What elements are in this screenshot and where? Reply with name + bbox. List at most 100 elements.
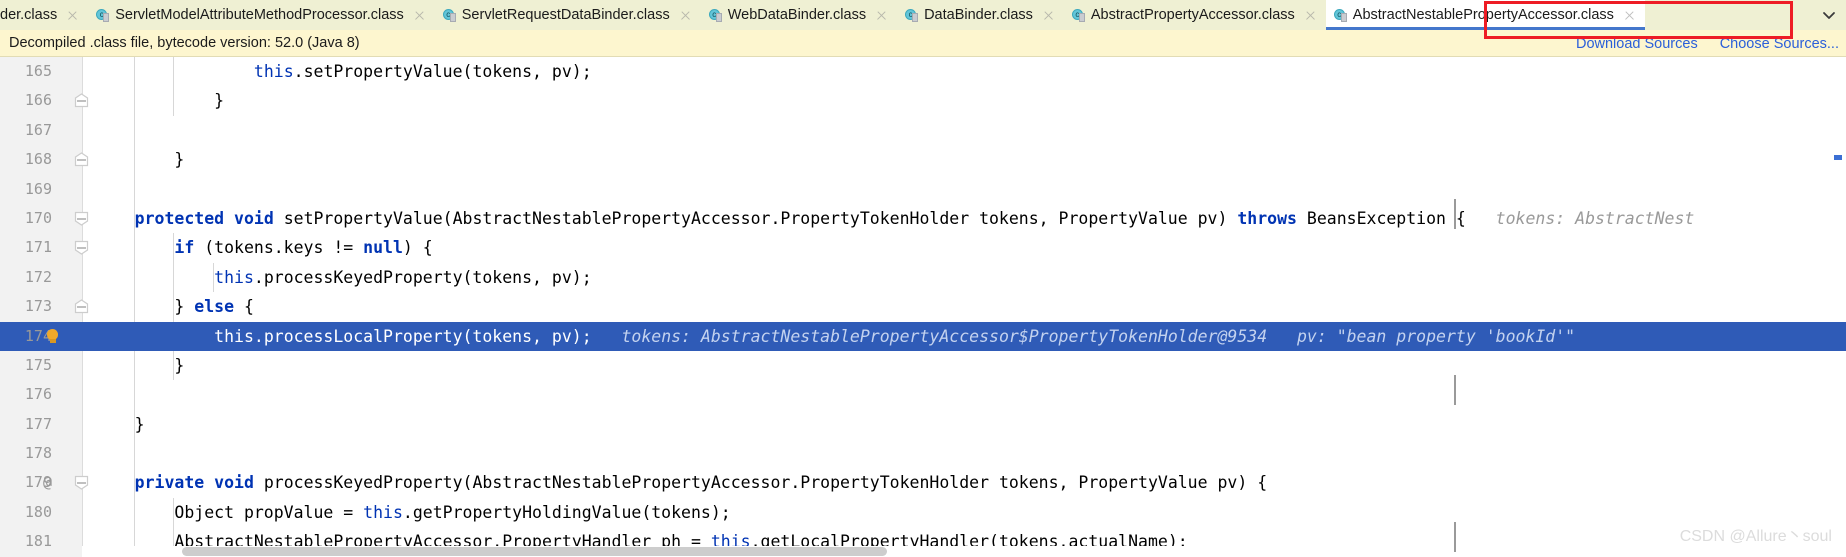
code-text: private void processKeyedProperty(Abstra… [85,468,1846,497]
code-token: private [134,473,205,493]
lightbulb-icon[interactable] [45,328,60,345]
code-token: if [174,238,195,258]
indent-guide [133,380,135,410]
editor-tab-label: der.class [0,7,58,23]
java-class-icon: c [708,8,722,23]
text-caret [1454,199,1456,229]
editor-tab-1[interactable]: c ServletModelAttributeMethodProcessor.cl… [88,0,435,30]
tab-overflow-chevron-down-icon[interactable] [1816,0,1842,30]
code-token: this [214,326,254,346]
tab-close-icon[interactable] [1304,9,1317,22]
text-caret [1454,375,1456,405]
java-class-icon: c [905,8,919,23]
code-token: } [85,297,195,317]
code-token: this [214,267,254,287]
annotation-at-marker: @ [43,473,53,492]
editor-tab-4[interactable]: c DataBinder.class [897,0,1064,30]
code-token: protected [134,208,225,228]
indent-guide [133,115,135,146]
right-edge-marker[interactable] [1834,155,1842,160]
java-class-icon: c [96,8,110,23]
code-token: .getPropertyHoldingValue(tokens); [402,502,731,522]
tab-close-icon[interactable] [679,9,692,22]
decompiled-notice-bar: Decompiled .class file, bytecode version… [0,30,1846,57]
code-line[interactable]: 166 } [0,86,1846,116]
code-line[interactable]: 167 [0,115,1846,146]
editor-tab-3[interactable]: c WebDataBinder.class [701,0,897,30]
tab-close-icon[interactable] [66,9,79,22]
code-token: .processLocalProperty(tokens, pv); [253,326,592,346]
code-token: ) { [402,238,433,258]
code-token: } [85,91,225,111]
editor-tab-label: WebDataBinder.class [727,7,867,23]
java-class-icon: c [1333,8,1347,23]
choose-sources-link[interactable]: Choose Sources... [1720,36,1839,52]
code-token: } [85,355,185,375]
code-line[interactable]: 169 [0,174,1846,204]
code-line[interactable]: 180 Object propValue = this.getPropertyH… [0,497,1846,528]
line-number: 172 [24,267,52,286]
code-line[interactable]: 176 [0,380,1846,410]
editor-tab-5[interactable]: c AbstractPropertyAccessor.class [1064,0,1326,30]
tab-close-icon[interactable] [413,9,426,22]
code-token: processKeyedProperty(AbstractNestablePro… [253,473,1268,493]
code-line[interactable]: 165 this.setPropertyValue(tokens, pv); [0,57,1846,87]
code-line[interactable]: 172 this.processKeyedProperty(tokens, pv… [0,262,1846,293]
code-text: this.processLocalProperty(tokens, pv); t… [85,322,1846,351]
line-number: 180 [24,502,52,521]
editor-tab-bar: der.class c ServletModelAttributeMethodPro… [0,0,1846,30]
code-line[interactable]: 178 [0,439,1846,469]
code-text: protected void setPropertyValue(Abstract… [85,204,1846,233]
tab-close-icon[interactable] [1623,9,1636,22]
line-number: 178 [24,444,52,463]
code-line[interactable]: 168 } [0,145,1846,175]
code-line[interactable]: 170 protected void setPropertyValue(Abst… [0,203,1846,234]
notice-actions: Download Sources Choose Sources... [1576,30,1839,57]
code-text: } [85,351,1846,380]
code-line[interactable]: 173 } else { [0,292,1846,322]
code-line[interactable]: 175 } [0,350,1846,381]
horizontal-scrollbar-thumb[interactable] [182,547,887,556]
code-line[interactable]: 171 if (tokens.keys != null) { [0,233,1846,263]
editor-tab-2[interactable]: c ServletRequestDataBinder.class [435,0,701,30]
code-token: void [214,473,254,493]
java-class-icon: c [1071,8,1085,23]
indent-guide [133,439,135,469]
editor-tab-label: ServletRequestDataBinder.class [461,7,670,23]
code-text: } [85,145,1846,174]
download-sources-link[interactable]: Download Sources [1576,36,1698,52]
horizontal-scrollbar-track[interactable] [82,546,1846,557]
indent-guide [133,174,135,204]
code-text: this.processKeyedProperty(tokens, pv); [85,263,1846,292]
line-number: 174 [24,326,52,345]
code-token: .setPropertyValue(tokens, pv); [293,62,592,81]
code-editor[interactable]: 165 this.setPropertyValue(tokens, pv); 16… [0,57,1846,557]
code-line[interactable]: 174 this.processLocalProperty(tokens, pv… [0,321,1846,351]
inline-debug-hint: tokens: AbstractNestablePropertyAccessor… [591,326,1576,346]
editor-tab-0[interactable]: der.class [0,0,88,30]
code-token: .processKeyedProperty(tokens, pv); [253,267,592,287]
decompiled-notice-text: Decompiled .class file, bytecode version… [9,35,360,51]
editor-tab-6[interactable]: c AbstractNestablePropertyAccessor.class [1325,0,1645,30]
code-line[interactable]: 177 } [0,409,1846,440]
tab-close-icon[interactable] [875,9,888,22]
line-number: 176 [24,385,52,404]
code-token: (tokens.keys != [194,238,364,258]
ide-window: der.class c ServletModelAttributeMethodPro… [0,0,1846,557]
code-line[interactable]: 179 @ private void processKeyedProperty(A… [0,468,1846,498]
code-text: } [85,86,1846,115]
tab-close-icon[interactable] [1042,9,1055,22]
line-number: 177 [24,414,52,433]
code-token: { [234,297,254,317]
code-token: else [194,297,235,317]
code-token: this [253,62,294,81]
java-class-icon: c [442,8,456,23]
code-text: Object propValue = this.getPropertyHoldi… [85,498,1846,527]
code-token: BeansException { [1296,208,1466,228]
text-caret [1454,522,1456,552]
